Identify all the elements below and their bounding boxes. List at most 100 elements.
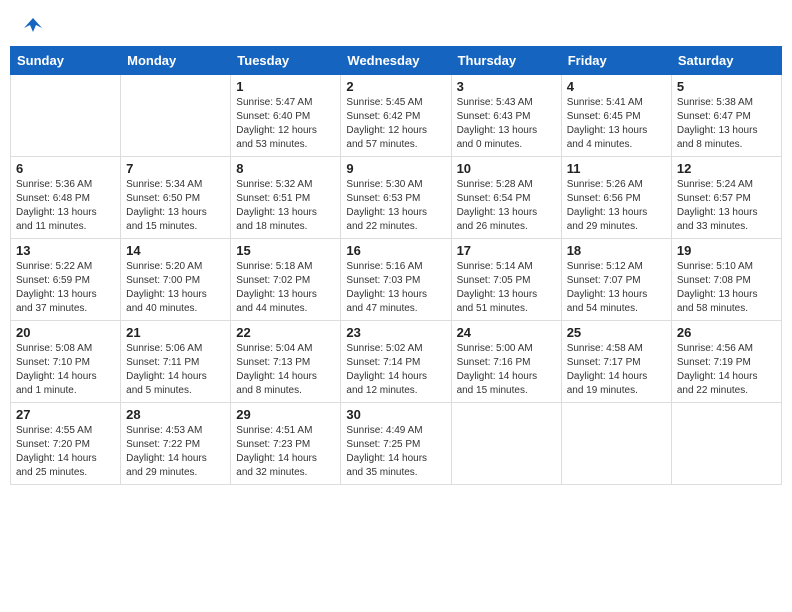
day-number: 11 xyxy=(567,161,666,176)
day-number: 20 xyxy=(16,325,115,340)
day-number: 18 xyxy=(567,243,666,258)
day-info: Sunrise: 5:34 AM Sunset: 6:50 PM Dayligh… xyxy=(126,178,225,234)
day-info: Sunrise: 5:30 AM Sunset: 6:53 PM Dayligh… xyxy=(346,178,445,234)
calendar-cell: 11 Sunrise: 5:26 AM Sunset: 6:56 PM Dayli… xyxy=(561,157,671,239)
calendar-cell: 26 Sunrise: 4:56 AM Sunset: 7:19 PM Dayli… xyxy=(671,321,781,403)
day-info: Sunrise: 5:08 AM Sunset: 7:10 PM Dayligh… xyxy=(16,342,115,398)
column-header-monday: Monday xyxy=(121,47,231,75)
day-number: 29 xyxy=(236,407,335,422)
day-number: 5 xyxy=(677,79,776,94)
calendar-cell: 6 Sunrise: 5:36 AM Sunset: 6:48 PM Daylig… xyxy=(11,157,121,239)
calendar-cell xyxy=(451,403,561,485)
calendar-cell: 12Sunrise: 5:24 AM Sunset: 6:57 PM Dayli… xyxy=(671,157,781,239)
day-info: Sunrise: 5:38 AM Sunset: 6:47 PM Dayligh… xyxy=(677,96,776,152)
calendar-cell: 7 Sunrise: 5:34 AM Sunset: 6:50 PM Daylig… xyxy=(121,157,231,239)
day-number: 27 xyxy=(16,407,115,422)
day-number: 13 xyxy=(16,243,115,258)
day-info: Sunrise: 5:22 AM Sunset: 6:59 PM Dayligh… xyxy=(16,260,115,316)
calendar-cell: 25 Sunrise: 4:58 AM Sunset: 7:17 PM Dayli… xyxy=(561,321,671,403)
column-header-wednesday: Wednesday xyxy=(341,47,451,75)
day-info: Sunrise: 4:58 AM Sunset: 7:17 PM Dayligh… xyxy=(567,342,666,398)
calendar-cell: 14 Sunrise: 5:20 AM Sunset: 7:00 PM Dayli… xyxy=(121,239,231,321)
day-info: Sunrise: 5:14 AM Sunset: 7:05 PM Dayligh… xyxy=(457,260,556,316)
calendar-cell: 1Sunrise: 5:47 AM Sunset: 6:40 PM Daylig… xyxy=(231,75,341,157)
day-info: Sunrise: 5:00 AM Sunset: 7:16 PM Dayligh… xyxy=(457,342,556,398)
day-info: Sunrise: 4:55 AM Sunset: 7:20 PM Dayligh… xyxy=(16,424,115,480)
calendar-cell: 3 Sunrise: 5:43 AM Sunset: 6:43 PM Daylig… xyxy=(451,75,561,157)
calendar-cell: 28 Sunrise: 4:53 AM Sunset: 7:22 PM Dayli… xyxy=(121,403,231,485)
day-number: 14 xyxy=(126,243,225,258)
calendar-cell: 24 Sunrise: 5:00 AM Sunset: 7:16 PM Dayli… xyxy=(451,321,561,403)
calendar-week-row: 13 Sunrise: 5:22 AM Sunset: 6:59 PM Dayli… xyxy=(11,239,782,321)
day-info: Sunrise: 5:36 AM Sunset: 6:48 PM Dayligh… xyxy=(16,178,115,234)
calendar-cell: 17 Sunrise: 5:14 AM Sunset: 7:05 PM Dayli… xyxy=(451,239,561,321)
calendar-cell: 18 Sunrise: 5:12 AM Sunset: 7:07 PM Dayli… xyxy=(561,239,671,321)
day-number: 7 xyxy=(126,161,225,176)
day-number: 3 xyxy=(457,79,556,94)
day-info: Sunrise: 4:51 AM Sunset: 7:23 PM Dayligh… xyxy=(236,424,335,480)
day-number: 17 xyxy=(457,243,556,258)
day-info: Sunrise: 5:06 AM Sunset: 7:11 PM Dayligh… xyxy=(126,342,225,398)
page-header xyxy=(10,10,782,40)
day-info: Sunrise: 5:41 AM Sunset: 6:45 PM Dayligh… xyxy=(567,96,666,152)
day-number: 21 xyxy=(126,325,225,340)
day-info: Sunrise: 5:26 AM Sunset: 6:56 PM Dayligh… xyxy=(567,178,666,234)
day-number: 4 xyxy=(567,79,666,94)
day-number: 16 xyxy=(346,243,445,258)
calendar-cell: 5 Sunrise: 5:38 AM Sunset: 6:47 PM Daylig… xyxy=(671,75,781,157)
calendar-table: SundayMondayTuesdayWednesdayThursdayFrid… xyxy=(10,46,782,485)
day-info: Sunrise: 4:56 AM Sunset: 7:19 PM Dayligh… xyxy=(677,342,776,398)
day-info: Sunrise: 5:32 AM Sunset: 6:51 PM Dayligh… xyxy=(236,178,335,234)
calendar-cell: 4 Sunrise: 5:41 AM Sunset: 6:45 PM Daylig… xyxy=(561,75,671,157)
day-number: 28 xyxy=(126,407,225,422)
calendar-week-row: 1Sunrise: 5:47 AM Sunset: 6:40 PM Daylig… xyxy=(11,75,782,157)
day-number: 10 xyxy=(457,161,556,176)
calendar-cell: 8 Sunrise: 5:32 AM Sunset: 6:51 PM Daylig… xyxy=(231,157,341,239)
day-number: 19 xyxy=(677,243,776,258)
calendar-cell: 20 Sunrise: 5:08 AM Sunset: 7:10 PM Dayli… xyxy=(11,321,121,403)
calendar-cell xyxy=(561,403,671,485)
column-header-thursday: Thursday xyxy=(451,47,561,75)
calendar-cell: 27 Sunrise: 4:55 AM Sunset: 7:20 PM Dayli… xyxy=(11,403,121,485)
calendar-cell: 16 Sunrise: 5:16 AM Sunset: 7:03 PM Dayli… xyxy=(341,239,451,321)
day-info: Sunrise: 5:02 AM Sunset: 7:14 PM Dayligh… xyxy=(346,342,445,398)
calendar-cell: 13 Sunrise: 5:22 AM Sunset: 6:59 PM Dayli… xyxy=(11,239,121,321)
day-number: 25 xyxy=(567,325,666,340)
calendar-cell xyxy=(121,75,231,157)
logo-bird-icon xyxy=(22,14,44,36)
day-number: 26 xyxy=(677,325,776,340)
calendar-cell: 9Sunrise: 5:30 AM Sunset: 6:53 PM Daylig… xyxy=(341,157,451,239)
column-header-friday: Friday xyxy=(561,47,671,75)
day-number: 15 xyxy=(236,243,335,258)
day-info: Sunrise: 5:10 AM Sunset: 7:08 PM Dayligh… xyxy=(677,260,776,316)
calendar-cell xyxy=(11,75,121,157)
calendar-cell: 10Sunrise: 5:28 AM Sunset: 6:54 PM Dayli… xyxy=(451,157,561,239)
day-info: Sunrise: 5:43 AM Sunset: 6:43 PM Dayligh… xyxy=(457,96,556,152)
day-number: 22 xyxy=(236,325,335,340)
calendar-cell: 29 Sunrise: 4:51 AM Sunset: 7:23 PM Dayli… xyxy=(231,403,341,485)
day-number: 6 xyxy=(16,161,115,176)
calendar-header-row: SundayMondayTuesdayWednesdayThursdayFrid… xyxy=(11,47,782,75)
calendar-week-row: 6 Sunrise: 5:36 AM Sunset: 6:48 PM Daylig… xyxy=(11,157,782,239)
day-info: Sunrise: 5:04 AM Sunset: 7:13 PM Dayligh… xyxy=(236,342,335,398)
calendar-cell: 21 Sunrise: 5:06 AM Sunset: 7:11 PM Dayli… xyxy=(121,321,231,403)
column-header-saturday: Saturday xyxy=(671,47,781,75)
day-number: 8 xyxy=(236,161,335,176)
day-info: Sunrise: 5:12 AM Sunset: 7:07 PM Dayligh… xyxy=(567,260,666,316)
day-info: Sunrise: 5:16 AM Sunset: 7:03 PM Dayligh… xyxy=(346,260,445,316)
day-info: Sunrise: 5:45 AM Sunset: 6:42 PM Dayligh… xyxy=(346,96,445,152)
logo xyxy=(20,18,44,36)
day-info: Sunrise: 5:20 AM Sunset: 7:00 PM Dayligh… xyxy=(126,260,225,316)
day-number: 23 xyxy=(346,325,445,340)
calendar-cell xyxy=(671,403,781,485)
day-info: Sunrise: 5:47 AM Sunset: 6:40 PM Dayligh… xyxy=(236,96,335,152)
day-number: 24 xyxy=(457,325,556,340)
day-info: Sunrise: 4:53 AM Sunset: 7:22 PM Dayligh… xyxy=(126,424,225,480)
calendar-cell: 22 Sunrise: 5:04 AM Sunset: 7:13 PM Dayli… xyxy=(231,321,341,403)
calendar-cell: 23 Sunrise: 5:02 AM Sunset: 7:14 PM Dayli… xyxy=(341,321,451,403)
calendar-week-row: 27 Sunrise: 4:55 AM Sunset: 7:20 PM Dayli… xyxy=(11,403,782,485)
day-number: 30 xyxy=(346,407,445,422)
day-number: 2 xyxy=(346,79,445,94)
calendar-cell: 2 Sunrise: 5:45 AM Sunset: 6:42 PM Daylig… xyxy=(341,75,451,157)
day-number: 12 xyxy=(677,161,776,176)
